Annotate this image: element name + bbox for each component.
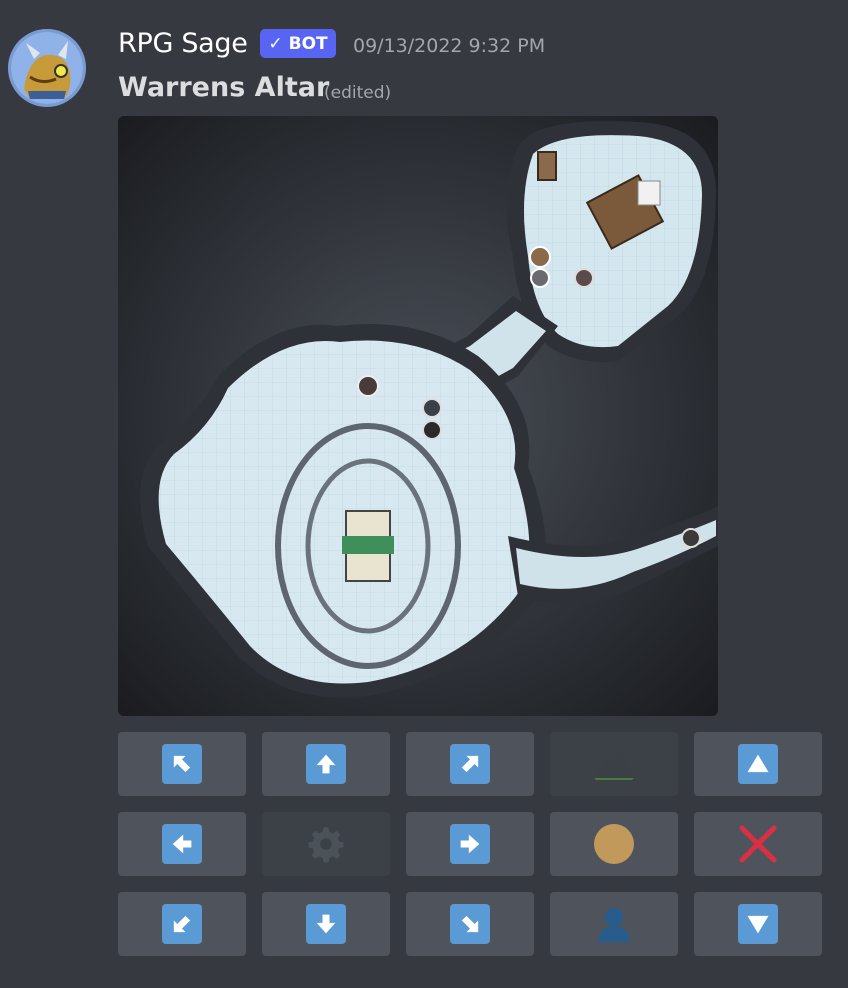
triangle-down-icon bbox=[738, 904, 778, 944]
map-image[interactable] bbox=[118, 116, 718, 716]
move-up-button[interactable] bbox=[262, 732, 390, 796]
move-down-right-button[interactable] bbox=[406, 892, 534, 956]
avatar[interactable] bbox=[8, 29, 86, 107]
token-button[interactable] bbox=[550, 812, 678, 876]
cross-mark-icon bbox=[739, 825, 777, 863]
timestamp: 09/13/2022 9:32 PM bbox=[353, 35, 546, 57]
checkmark-icon: ✓ bbox=[268, 33, 283, 54]
arrow-up-right-icon bbox=[450, 744, 490, 784]
move-down-button[interactable] bbox=[262, 892, 390, 956]
embed-title: Warrens Altar bbox=[118, 72, 330, 103]
gear-icon bbox=[308, 827, 344, 863]
terrain-button[interactable] bbox=[550, 732, 678, 796]
mountain-icon bbox=[594, 750, 634, 780]
arrow-down-icon bbox=[306, 904, 346, 944]
bot-tag-label: BOT bbox=[288, 33, 328, 54]
cancel-button[interactable] bbox=[694, 812, 822, 876]
arrow-up-left-icon bbox=[162, 744, 202, 784]
move-up-left-button[interactable] bbox=[118, 732, 246, 796]
dungeon-map bbox=[118, 116, 718, 716]
arrow-down-left-icon bbox=[162, 904, 202, 944]
arrow-up-icon bbox=[306, 744, 346, 784]
settings-button[interactable] bbox=[262, 812, 390, 876]
arrow-right-icon bbox=[450, 824, 490, 864]
move-down-left-button[interactable] bbox=[118, 892, 246, 956]
dragon-avatar-icon bbox=[11, 32, 83, 104]
scroll-up-button[interactable] bbox=[694, 732, 822, 796]
arrow-down-right-icon bbox=[450, 904, 490, 944]
arrow-left-icon bbox=[162, 824, 202, 864]
move-right-button[interactable] bbox=[406, 812, 534, 876]
username[interactable]: RPG Sage bbox=[118, 28, 248, 59]
move-left-button[interactable] bbox=[118, 812, 246, 876]
bot-tag: ✓ BOT bbox=[260, 29, 336, 58]
triangle-up-icon bbox=[738, 744, 778, 784]
user-button[interactable] bbox=[550, 892, 678, 956]
person-silhouette-icon bbox=[598, 908, 630, 942]
scroll-down-button[interactable] bbox=[694, 892, 822, 956]
edited-label: (edited) bbox=[324, 83, 392, 103]
brown-circle-icon bbox=[594, 824, 634, 864]
move-up-right-button[interactable] bbox=[406, 732, 534, 796]
